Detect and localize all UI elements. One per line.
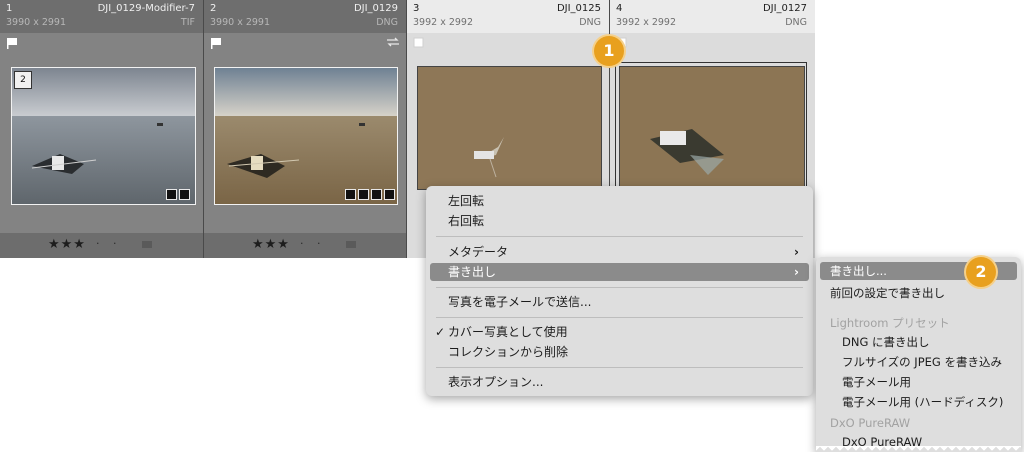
menu-item-remove-from-collection[interactable]: コレクションから削除 [430, 343, 809, 361]
menu-item-label: メタデータ [448, 245, 509, 259]
pick-flag-icon[interactable] [6, 37, 18, 49]
menu-item-rotate-right[interactable]: 右回転 [430, 212, 809, 230]
cell-index: 1 [6, 3, 13, 14]
cell-filetype: DNG [376, 17, 398, 28]
menu-item-use-as-cover[interactable]: ✓ カバー写真として使用 [430, 323, 809, 341]
chevron-right-icon: › [794, 245, 799, 259]
submenu-item-preset-email-hd[interactable]: 電子メール用 (ハードディスク) [820, 393, 1017, 411]
menu-separator [436, 287, 803, 288]
cell-header: 1 DJI_0129-Modifier-7 3990 x 2991 TIF [0, 0, 203, 33]
star-rating[interactable]: ★★★ [252, 237, 290, 252]
pick-flag-icon[interactable] [210, 37, 222, 49]
menu-item-email-photo[interactable]: 写真を電子メールで送信... [430, 293, 809, 311]
menu-item-export[interactable]: 書き出し › [430, 263, 809, 281]
photo-thumbnail-3[interactable] [417, 66, 602, 190]
cell-footer: ★★★ · · [204, 233, 406, 258]
cell-index: 4 [616, 3, 623, 14]
menu-separator [436, 367, 803, 368]
menu-item-label: 書き出し [448, 265, 497, 279]
photo-thumbnail-2[interactable] [214, 67, 398, 205]
torn-edge [816, 446, 1021, 452]
cell-filename: DJI_0125 [556, 3, 601, 14]
menu-separator [436, 236, 803, 237]
photo-thumbnail-1[interactable] [11, 67, 196, 205]
crop-badge-icon [371, 189, 382, 200]
cell-index: 3 [413, 3, 420, 14]
cell-dimensions: 3990 x 2991 [210, 17, 271, 28]
submenu-item-preset-dng[interactable]: DNG に書き出し [820, 333, 1017, 351]
star-rating[interactable]: ★★★ [48, 237, 86, 252]
callout-1: 1 [594, 36, 624, 66]
rating-dots: · · [96, 237, 122, 250]
callout-2: 2 [966, 257, 996, 287]
photo-thumbnail-4[interactable] [619, 66, 805, 190]
menu-item-rotate-left[interactable]: 左回転 [430, 192, 809, 210]
menu-item-metadata[interactable]: メタデータ › [430, 243, 809, 261]
chevron-right-icon: › [794, 265, 799, 279]
stack-count-badge[interactable]: 2 [14, 71, 32, 89]
cell-filename: DJI_0129-Modifier-7 [97, 3, 195, 14]
comment-badge-icon [166, 189, 177, 200]
cell-footer: ★★★ · · [0, 233, 203, 258]
comment-badge-icon [345, 189, 356, 200]
cell-header: 4 DJI_0127 3992 x 2992 DNG [610, 0, 815, 33]
cell-header: 2 DJI_0129 3990 x 2991 DNG [204, 0, 406, 33]
sync-arrows-icon [387, 37, 399, 47]
cell-filetype: DNG [785, 17, 807, 28]
menu-item-label: カバー写真として使用 [448, 325, 568, 339]
cell-dimensions: 3992 x 2992 [616, 17, 677, 28]
submenu-header-lightroom-presets: Lightroom プリセット [830, 316, 950, 330]
cell-index: 2 [210, 3, 217, 14]
cell-filename: DJI_0127 [762, 3, 807, 14]
checkmark-icon: ✓ [435, 325, 446, 339]
color-label-chip[interactable] [346, 241, 356, 248]
thumbnail-badges [166, 189, 190, 201]
cell-filetype: TIF [180, 17, 195, 28]
cell-filename: DJI_0129 [353, 3, 398, 14]
collection-badge-icon [179, 189, 190, 200]
thumbnail-badges [345, 189, 395, 201]
develop-badge-icon [384, 189, 395, 200]
unflagged-icon[interactable] [413, 37, 425, 49]
collection-badge-icon [358, 189, 369, 200]
submenu-item-preset-email[interactable]: 電子メール用 [820, 373, 1017, 391]
cell-header: 3 DJI_0125 3992 x 2992 DNG [407, 0, 609, 33]
menu-separator [436, 317, 803, 318]
menu-item-view-options[interactable]: 表示オプション... [430, 373, 809, 391]
submenu-item-export-previous[interactable]: 前回の設定で書き出し [820, 284, 1017, 302]
context-menu: 左回転 右回転 メタデータ › 書き出し › 写真を電子メールで送信... ✓ … [426, 186, 813, 396]
cell-filetype: DNG [579, 17, 601, 28]
submenu-header-dxo: DxO PureRAW [830, 416, 911, 430]
cell-dimensions: 3990 x 2991 [6, 17, 67, 28]
color-label-chip[interactable] [142, 241, 152, 248]
rating-dots: · · [300, 237, 326, 250]
submenu-item-preset-jpeg[interactable]: フルサイズの JPEG を書き込み [820, 353, 1017, 371]
export-submenu: 書き出し... 前回の設定で書き出し Lightroom プリセット DNG に… [816, 257, 1021, 452]
cell-dimensions: 3992 x 2992 [413, 17, 474, 28]
